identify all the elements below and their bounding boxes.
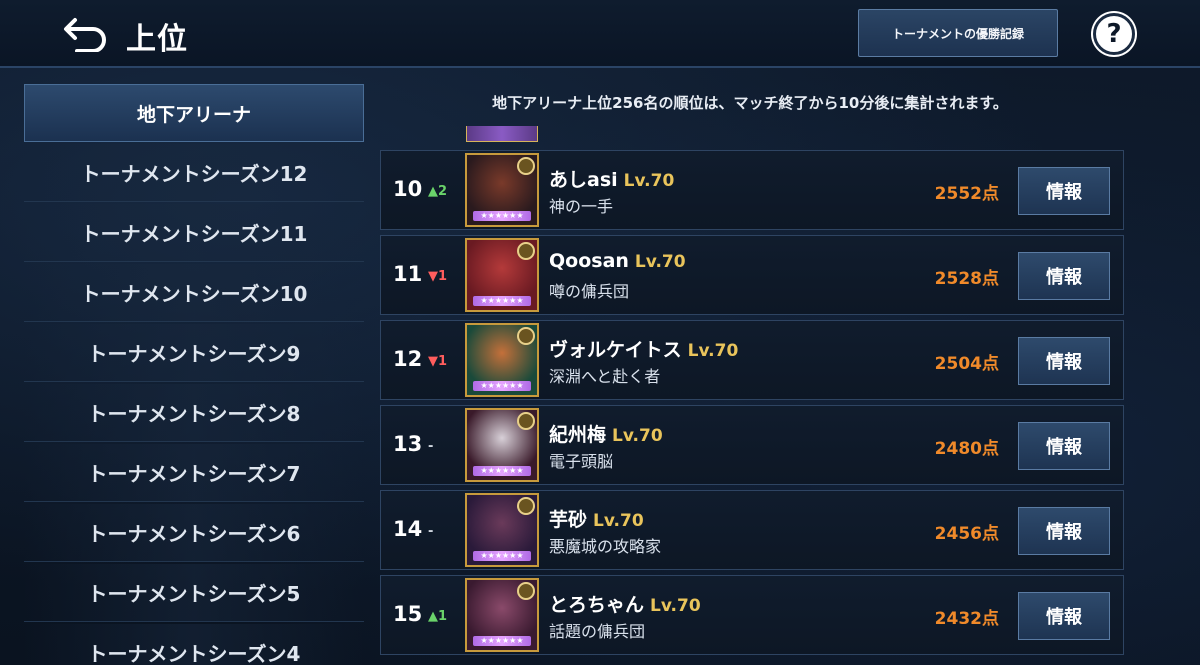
player-title: 話題の傭兵団	[549, 622, 646, 641]
ranking-row[interactable]: 14- ★★★★★★ 芋砂 Lv.70 悪魔城の攻略家 2456点 情報	[380, 490, 1124, 570]
player-avatar[interactable]: ★★★★★★	[465, 323, 539, 397]
sidebar-item-season[interactable]: トーナメントシーズン10	[24, 264, 364, 322]
sidebar-item-season[interactable]: トーナメントシーズン5	[24, 564, 364, 622]
player-title: 噂の傭兵団	[549, 282, 630, 301]
help-icon[interactable]: ?	[1093, 13, 1135, 55]
sidebar-item-season[interactable]: トーナメントシーズン6	[24, 504, 364, 562]
player-level: Lv.70	[623, 171, 675, 191]
sidebar-item-season[interactable]: トーナメントシーズン7	[24, 444, 364, 502]
player-name-line: ヴォルケイトス Lv.70	[549, 335, 738, 362]
player-level: Lv.70	[687, 341, 739, 361]
player-score: 2552点	[934, 184, 999, 204]
player-score: 2528点	[934, 269, 999, 289]
rarity-badge-icon	[517, 497, 535, 515]
player-score: 2504点	[934, 354, 999, 374]
ranking-row[interactable]: 11 ▼1 ★★★★★★ Qoosan Lv.70 噂の傭兵団 2528点 情報	[380, 235, 1124, 315]
sidebar-item-season[interactable]: トーナメントシーズン12	[24, 144, 364, 202]
rarity-badge-icon	[517, 412, 535, 430]
rank-number: 15	[393, 602, 423, 626]
sidebar-item-season[interactable]: トーナメントシーズン8	[24, 384, 364, 442]
sidebar-item-season[interactable]: トーナメントシーズン9	[24, 324, 364, 382]
rarity-badge-icon	[517, 582, 535, 600]
player-name: 芋砂	[549, 509, 588, 531]
header-bar: 上位 トーナメントの優勝記録 ?	[0, 0, 1200, 68]
rank-number: 13	[393, 432, 423, 456]
info-button[interactable]: 情報	[1018, 422, 1110, 470]
player-name-line: あしasi Lv.70	[549, 165, 674, 192]
sidebar-item-season[interactable]: トーナメントシーズン11	[24, 204, 364, 262]
player-name-line: 紀州梅 Lv.70	[549, 420, 663, 447]
player-name-line: Qoosan Lv.70	[549, 250, 686, 272]
star-rating-icon: ★★★★★★	[473, 381, 531, 391]
rank-change: -	[428, 439, 434, 454]
player-name: ヴォルケイトス	[549, 339, 682, 361]
player-title: 神の一手	[549, 197, 614, 216]
ranking-list[interactable]: 10 ▲2 ★★★★★★ あしasi Lv.70 神の一手 2552点 情報 11 ▼1 ★★★★★…	[380, 126, 1124, 665]
star-rating-icon: ★★★★★★	[473, 466, 531, 476]
ranking-row[interactable]: 15 ▲1 ★★★★★★ とろちゃん Lv.70 話題の傭兵団 2432点 情報	[380, 575, 1124, 655]
rank-change: ▼1	[428, 354, 448, 369]
player-title: 電子頭脳	[549, 452, 614, 471]
rarity-badge-icon	[517, 157, 535, 175]
player-level: Lv.70	[593, 511, 644, 531]
player-name: あしasi	[549, 169, 618, 191]
player-level: Lv.70	[612, 426, 663, 446]
rank-change: -	[428, 524, 434, 539]
rank-number: 11	[393, 262, 423, 286]
player-level: Lv.70	[650, 596, 701, 616]
tournament-record-button[interactable]: トーナメントの優勝記録	[858, 9, 1058, 57]
rank-number: 12	[393, 347, 423, 371]
info-button[interactable]: 情報	[1018, 167, 1110, 215]
rank-number: 10	[393, 177, 423, 201]
player-title: 悪魔城の攻略家	[549, 537, 662, 556]
rank-change: ▲2	[428, 184, 448, 199]
rarity-badge-icon	[517, 242, 535, 260]
player-name: 紀州梅	[549, 424, 607, 446]
player-level: Lv.70	[634, 252, 686, 272]
player-name-line: 芋砂 Lv.70	[549, 505, 644, 532]
star-rating-icon: ★★★★★★	[473, 211, 531, 221]
previous-row-avatar-fragment	[466, 126, 538, 142]
rarity-badge-icon	[517, 327, 535, 345]
rank-number: 14	[393, 517, 423, 541]
back-arrow-icon	[64, 18, 106, 52]
info-button[interactable]: 情報	[1018, 592, 1110, 640]
ranking-row[interactable]: 13- ★★★★★★ 紀州梅 Lv.70 電子頭脳 2480点 情報	[380, 405, 1124, 485]
star-rating-icon: ★★★★★★	[473, 296, 531, 306]
player-avatar[interactable]: ★★★★★★	[465, 408, 539, 482]
player-score: 2456点	[934, 524, 999, 544]
info-button[interactable]: 情報	[1018, 252, 1110, 300]
player-name: Qoosan	[549, 250, 629, 272]
player-avatar[interactable]: ★★★★★★	[465, 238, 539, 312]
ranking-row[interactable]: 12 ▼1 ★★★★★★ ヴォルケイトス Lv.70 深淵へと赴く者 2504点 情報	[380, 320, 1124, 400]
ranking-notice: 地下アリーナ上位256名の順位は、マッチ終了から10分後に集計されます。	[492, 94, 1008, 112]
star-rating-icon: ★★★★★★	[473, 636, 531, 646]
back-button[interactable]	[62, 14, 110, 54]
player-score: 2480点	[934, 439, 999, 459]
sidebar: 地下アリーナ トーナメントシーズン12 トーナメントシーズン11 トーナメントシーズン…	[24, 84, 364, 665]
player-name-line: とろちゃん Lv.70	[549, 590, 701, 617]
ranking-row[interactable]: 10 ▲2 ★★★★★★ あしasi Lv.70 神の一手 2552点 情報	[380, 150, 1124, 230]
rank-change: ▲1	[428, 609, 448, 624]
info-button[interactable]: 情報	[1018, 507, 1110, 555]
player-name: とろちゃん	[549, 594, 645, 616]
player-avatar[interactable]: ★★★★★★	[465, 578, 539, 652]
sidebar-item-season[interactable]: トーナメントシーズン4	[24, 624, 364, 665]
player-avatar[interactable]: ★★★★★★	[465, 153, 539, 227]
rank-change: ▼1	[428, 269, 448, 284]
info-button[interactable]: 情報	[1018, 337, 1110, 385]
star-rating-icon: ★★★★★★	[473, 551, 531, 561]
sidebar-item-underground-arena[interactable]: 地下アリーナ	[24, 84, 364, 142]
player-title: 深淵へと赴く者	[549, 367, 661, 386]
page-title: 上位	[126, 22, 188, 57]
player-avatar[interactable]: ★★★★★★	[465, 493, 539, 567]
player-score: 2432点	[934, 609, 999, 629]
